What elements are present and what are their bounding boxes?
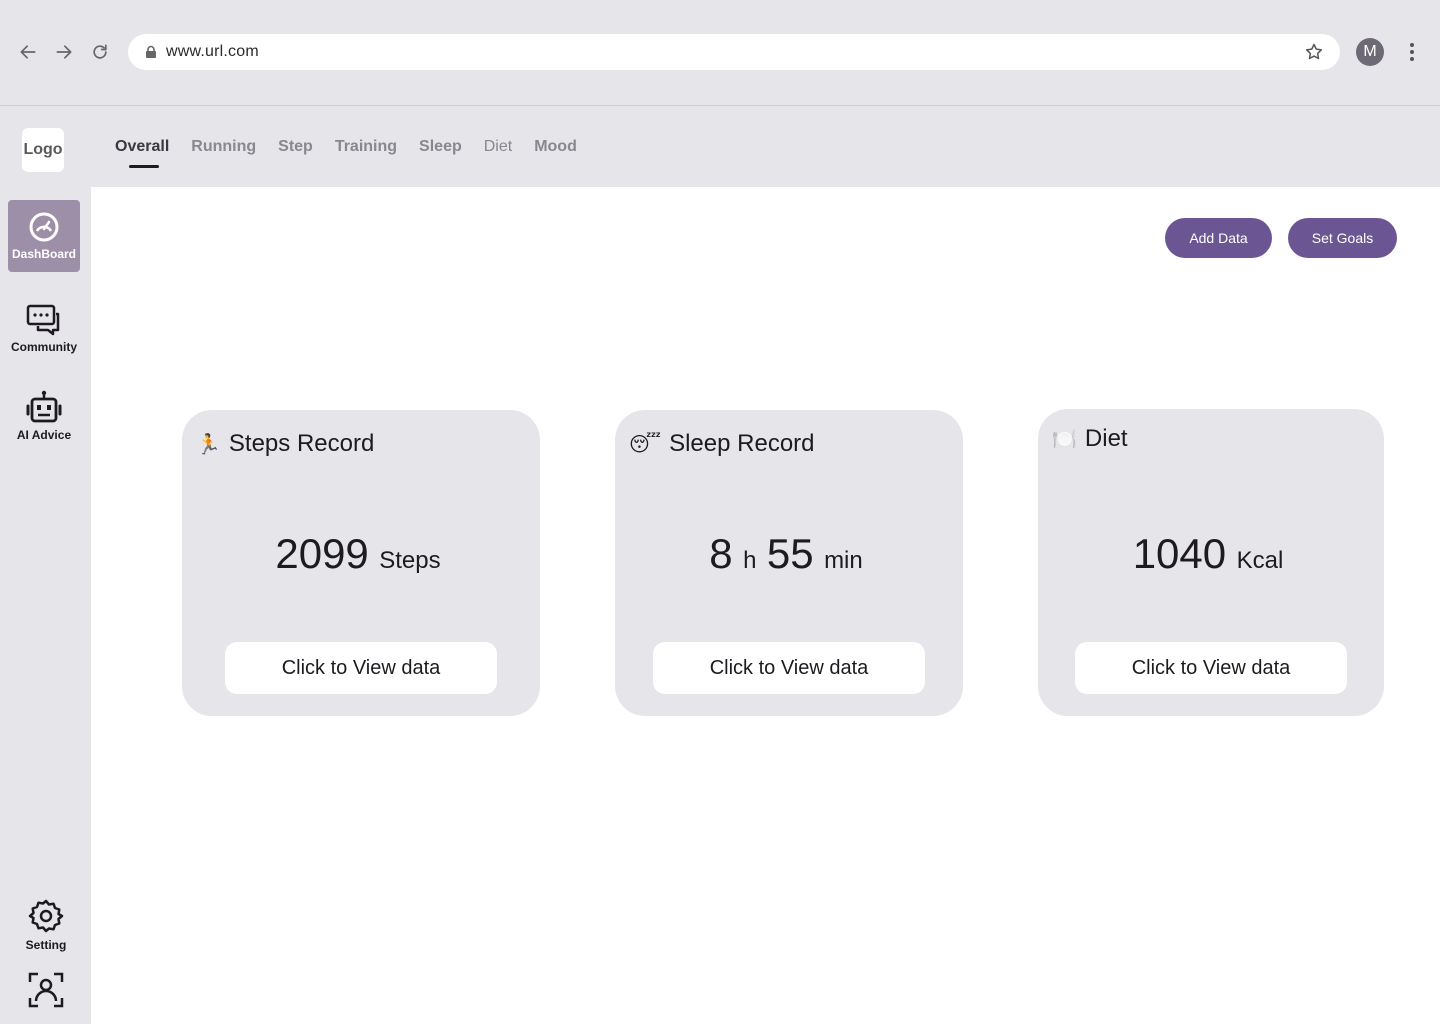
sidebar-item-ai-advice[interactable]: AI Advice [8, 390, 80, 442]
card-title-text: Steps Record [228, 430, 375, 457]
sleep-hours-unit: h [743, 547, 757, 574]
tab-training[interactable]: Training [335, 138, 397, 160]
diet-value: 1040 [1132, 530, 1227, 577]
sidebar-item-setting[interactable]: Setting [10, 898, 82, 952]
card-title: 🏃 Steps Record [196, 430, 374, 458]
lock-icon [146, 45, 156, 58]
robot-icon [26, 390, 62, 423]
category-tabs: Overall Running Step Training Sleep Diet… [115, 138, 599, 168]
diet-unit: Kcal [1236, 547, 1284, 574]
sleep-minutes-unit: min [824, 547, 863, 574]
steps-unit: Steps [379, 547, 441, 574]
profile-scan-icon [28, 972, 64, 1008]
set-goals-button[interactable]: Set Goals [1288, 218, 1397, 258]
gear-icon [28, 899, 64, 933]
sidebar-item-label: DashBoard [11, 247, 76, 261]
view-steps-button[interactable]: Click to View data [225, 642, 497, 694]
sidebar-item-label: Community [11, 340, 77, 354]
sleep-hours-value: 8 [709, 530, 733, 577]
card-title: 😴 Sleep Record [629, 430, 815, 458]
tab-diet[interactable]: Diet [484, 138, 512, 160]
steps-record-card: 🏃 Steps Record 2099 Steps Click to View … [182, 410, 540, 716]
browser-toolbar: www.url.com M [0, 0, 1440, 106]
profile-avatar[interactable]: M [1356, 38, 1384, 66]
bookmark-star-icon[interactable] [1304, 42, 1324, 62]
add-data-button[interactable]: Add Data [1165, 218, 1272, 258]
url-text: www.url.com [166, 43, 259, 60]
view-sleep-button[interactable]: Click to View data [653, 642, 925, 694]
dashboard-gauge-icon [29, 212, 59, 242]
reload-icon[interactable] [88, 40, 112, 64]
tab-step[interactable]: Step [278, 138, 313, 160]
chat-bubbles-icon [26, 304, 60, 336]
plate-cutlery-icon: 🍽️ [1052, 428, 1077, 451]
sidebar-item-dashboard[interactable]: DashBoard [8, 200, 80, 272]
tab-overall[interactable]: Overall [115, 138, 169, 168]
card-title: 🍽️ Diet [1052, 425, 1128, 453]
running-icon: 🏃 [196, 433, 221, 456]
sidebar-item-community[interactable]: Community [8, 304, 80, 354]
card-title-text: Sleep Record [669, 430, 815, 457]
sidebar-item-profile[interactable] [10, 972, 82, 1008]
app-logo[interactable]: Logo [22, 128, 64, 172]
sidebar-item-label: Setting [25, 938, 67, 952]
sleeping-face-icon: 😴 [629, 433, 662, 456]
steps-value: 2099 [275, 530, 369, 577]
back-icon[interactable] [16, 40, 40, 64]
sidebar-item-label: AI Advice [16, 428, 72, 442]
view-diet-button[interactable]: Click to View data [1075, 642, 1347, 694]
tab-sleep[interactable]: Sleep [419, 138, 462, 160]
steps-metric: 2099 Steps [182, 530, 540, 578]
sleep-minutes-value: 55 [766, 530, 814, 577]
card-title-text: Diet [1084, 425, 1128, 452]
sleep-record-card: 😴 Sleep Record 8 h 55 min Click to View … [615, 410, 963, 716]
tab-mood[interactable]: Mood [534, 138, 577, 160]
address-bar[interactable]: www.url.com [128, 34, 1340, 70]
more-menu-icon[interactable] [1402, 40, 1422, 64]
diet-metric: 1040 Kcal [1038, 530, 1384, 578]
sleep-metric: 8 h 55 min [615, 530, 963, 578]
diet-card: 🍽️ Diet 1040 Kcal Click to View data [1038, 409, 1384, 716]
main-content: Add Data Set Goals 🏃 Steps Record 2099 S… [91, 187, 1440, 1024]
forward-icon[interactable] [52, 40, 76, 64]
tab-running[interactable]: Running [191, 138, 256, 160]
